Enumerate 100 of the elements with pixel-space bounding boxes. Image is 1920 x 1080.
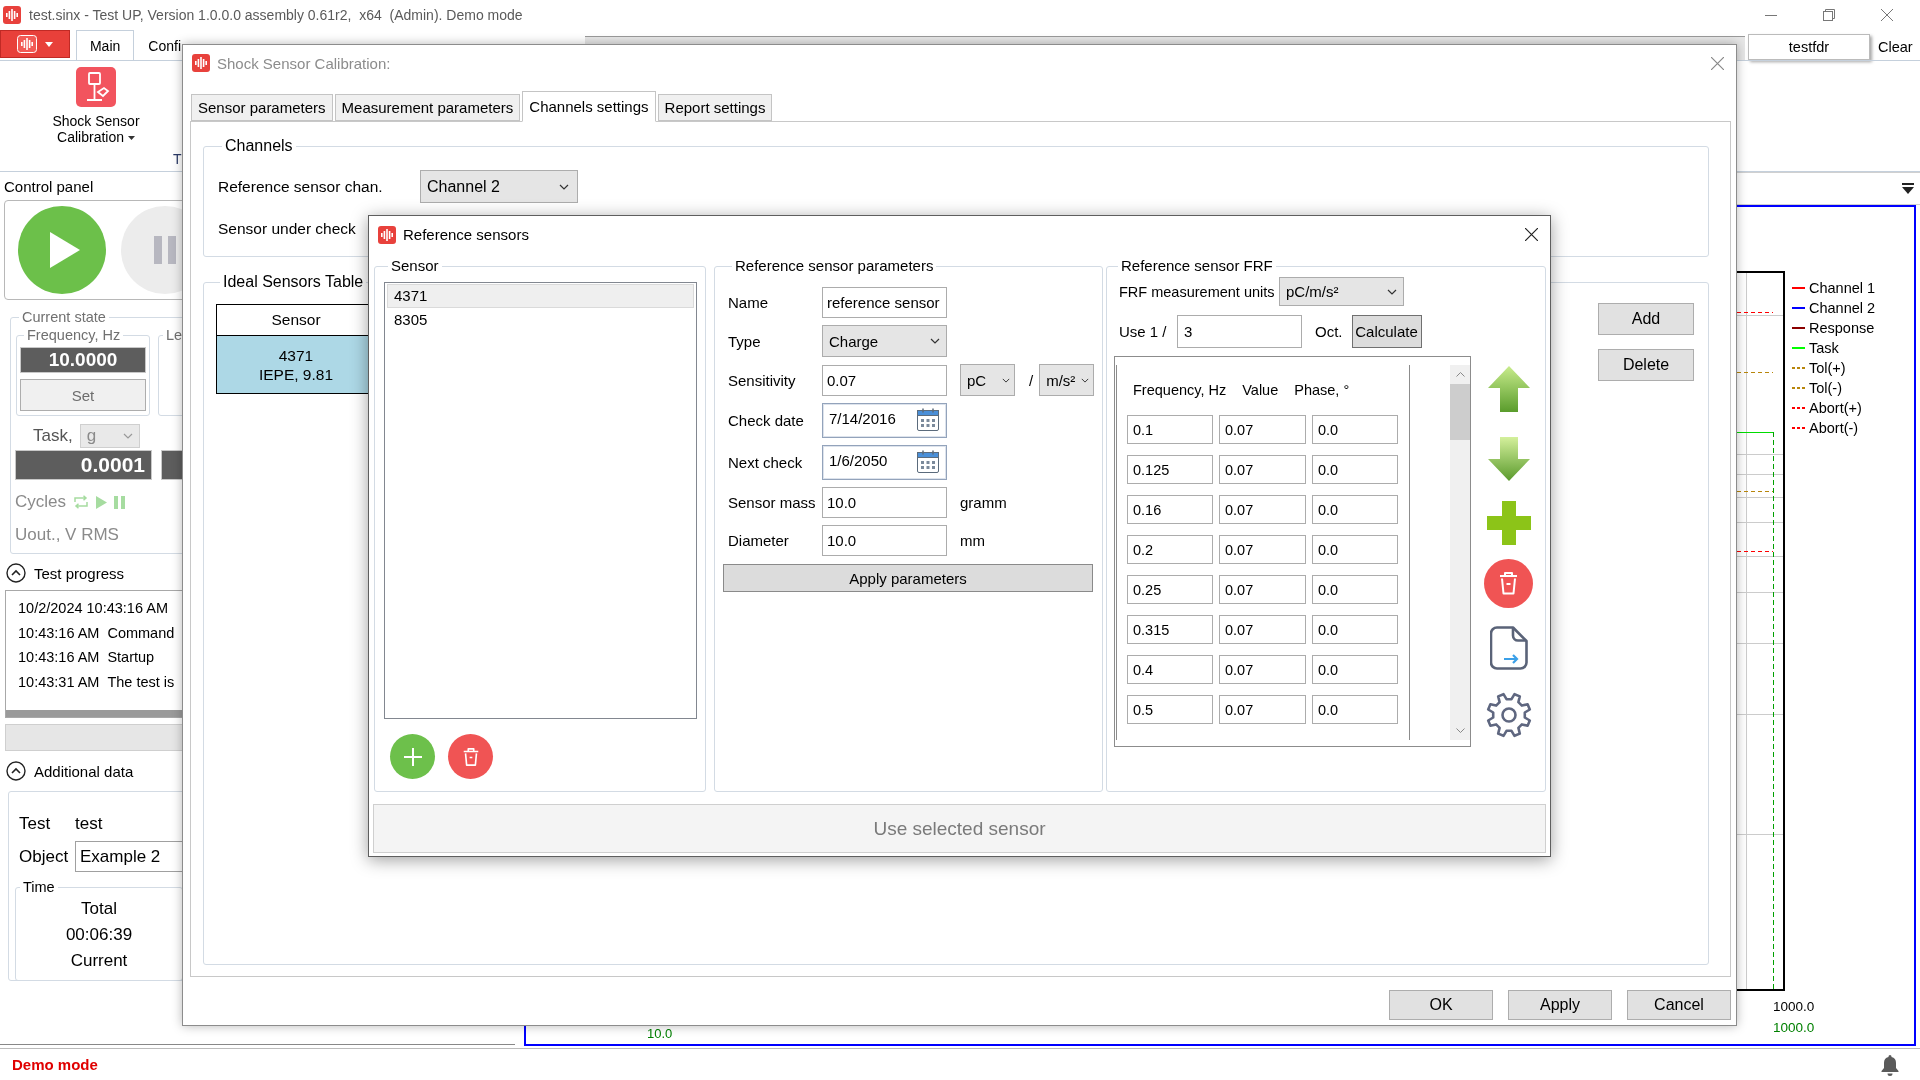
tab[interactable]: Channels settings <box>522 91 656 122</box>
legend-label: Abort(+) <box>1809 400 1862 416</box>
frequency-field[interactable]: 0.125 <box>1127 455 1213 484</box>
value-field[interactable]: 0.07 <box>1219 655 1306 684</box>
phase-field[interactable]: 0.0 <box>1312 535 1398 564</box>
chevron-down-icon[interactable] <box>1455 728 1465 733</box>
delete-button[interactable] <box>448 734 493 779</box>
frequency-field[interactable]: 0.25 <box>1127 575 1213 604</box>
axis-label: 10.0 <box>647 1026 673 1041</box>
date-field[interactable]: 1/6/2050 <box>822 445 947 480</box>
frequency-field[interactable]: 0.315 <box>1127 615 1213 644</box>
value-field[interactable]: 0.07 <box>1219 415 1306 444</box>
ok-button[interactable]: OK <box>1389 990 1493 1020</box>
field-label: Sensor mass <box>728 494 816 511</box>
phase-field[interactable]: 0.0 <box>1312 415 1398 444</box>
phase-field[interactable]: 0.0 <box>1312 695 1398 724</box>
ribbon-tab[interactable]: Confi <box>134 30 182 60</box>
text-field[interactable]: 10.0 <box>822 525 947 556</box>
dropdown-arrow-icon[interactable] <box>1902 183 1914 194</box>
arrow-up-icon[interactable] <box>1487 366 1530 412</box>
phase-field[interactable]: 0.0 <box>1312 615 1398 644</box>
axis-label: 1000.0 <box>1773 1019 1815 1037</box>
text-field[interactable]: 0.07 <box>822 364 947 396</box>
value-field[interactable]: 0.07 <box>1219 695 1306 724</box>
unit-dropdown[interactable]: pC <box>960 364 1015 396</box>
time-value: 00:06:39 <box>64 924 134 946</box>
phase-field[interactable]: 0.0 <box>1312 655 1398 684</box>
phase-field[interactable]: 0.0 <box>1312 575 1398 604</box>
add-button[interactable]: Add <box>1598 303 1694 335</box>
frequency-field[interactable]: 0.5 <box>1127 695 1213 724</box>
dialog-title: Shock Sensor Calibration: <box>217 54 391 72</box>
value-field[interactable]: 0.07 <box>1219 455 1306 484</box>
value-field[interactable]: 0.07 <box>1219 575 1306 604</box>
phase-field[interactable]: 0.0 <box>1312 455 1398 484</box>
restore-icon[interactable] <box>1823 9 1835 21</box>
field-label: Type <box>728 332 761 350</box>
trash-icon[interactable] <box>1484 559 1533 608</box>
ribbon-group-label: T <box>173 151 182 167</box>
frequency-field[interactable]: 0.2 <box>1127 535 1213 564</box>
ribbon-tab[interactable]: Main <box>75 30 135 60</box>
tab[interactable]: Sensor parameters <box>191 94 333 121</box>
bell-icon[interactable] <box>1880 1053 1900 1076</box>
circle-chevron-icon[interactable] <box>6 563 26 583</box>
column-header: Value <box>1242 382 1279 398</box>
tab[interactable]: Measurement parameters <box>334 94 521 121</box>
units-dropdown[interactable]: pC/m/s² <box>1279 277 1404 306</box>
text-field[interactable]: reference sensor <box>822 287 947 318</box>
text-field[interactable]: 10.0 <box>822 487 947 518</box>
frequency-field[interactable]: 0.4 <box>1127 655 1213 684</box>
cancel-button[interactable]: Cancel <box>1627 990 1731 1020</box>
panel-title: Control panel <box>4 177 95 197</box>
close-icon[interactable] <box>1525 228 1538 241</box>
delete-button[interactable]: Delete <box>1598 349 1694 381</box>
circle-chevron-icon[interactable] <box>6 761 26 781</box>
value-field[interactable]: 0.07 <box>1219 495 1306 524</box>
type-dropdown[interactable]: Charge <box>822 325 947 357</box>
log-message: Startup <box>107 649 155 666</box>
calendar-icon[interactable] <box>917 450 939 473</box>
date-field[interactable]: 7/14/2016 <box>822 403 947 438</box>
value-field[interactable]: 0.07 <box>1219 615 1306 644</box>
document-arrow-icon[interactable] <box>1489 626 1528 670</box>
minimize-icon[interactable] <box>1765 14 1777 16</box>
arrow-down-icon[interactable] <box>1487 437 1530 481</box>
calendar-icon[interactable] <box>917 408 939 431</box>
list-item[interactable]: 8305 <box>387 308 694 332</box>
tab[interactable]: Report settings <box>657 94 773 121</box>
document-tab[interactable]: testfdr <box>1748 34 1870 60</box>
field-label: Use 1 / <box>1119 323 1168 340</box>
chevron-up-icon[interactable] <box>1455 372 1465 377</box>
group-title: Time <box>22 878 56 896</box>
app-logo-icon <box>192 54 210 72</box>
group-title: Sensor <box>390 257 440 275</box>
list-item[interactable]: 4371 <box>387 284 694 308</box>
add-button[interactable] <box>390 734 435 779</box>
frequency-field[interactable]: 0.16 <box>1127 495 1213 524</box>
app-logo-icon <box>16 35 37 53</box>
value-display: 10.0000 <box>20 347 146 373</box>
unit-dropdown[interactable]: m/s² <box>1039 364 1095 396</box>
caret-icon <box>559 183 569 190</box>
value-field[interactable]: 0.07 <box>1219 535 1306 564</box>
field-label: Sensitivity <box>728 371 796 389</box>
shock-sensor-calibration-button[interactable]: Shock Sensor Calibration <box>44 67 148 145</box>
settings-icon[interactable] <box>1484 692 1533 738</box>
octave-field[interactable]: 3 <box>1177 315 1302 348</box>
plus-icon[interactable] <box>1486 501 1531 545</box>
apply-button[interactable]: Apply <box>1508 990 1612 1020</box>
unit-label: Oct. <box>1315 323 1343 340</box>
clear-button[interactable]: Clear <box>1876 34 1915 60</box>
set-button[interactable]: Set <box>20 379 146 411</box>
apply-parameters-button[interactable]: Apply parameters <box>723 564 1093 592</box>
app-menu-button[interactable] <box>0 30 70 58</box>
log-time: 10/2/2024 10:43:16 AM <box>18 600 168 617</box>
frequency-field[interactable]: 0.1 <box>1127 415 1213 444</box>
scrollbar-thumb[interactable] <box>1450 384 1470 440</box>
app-logo-icon <box>3 6 21 24</box>
scrollbar[interactable] <box>1450 365 1470 740</box>
calculate-button[interactable]: Calculate <box>1351 315 1422 348</box>
log-message: The test is <box>107 673 175 690</box>
channel-dropdown[interactable]: Channel 2 <box>420 170 578 203</box>
phase-field[interactable]: 0.0 <box>1312 495 1398 524</box>
